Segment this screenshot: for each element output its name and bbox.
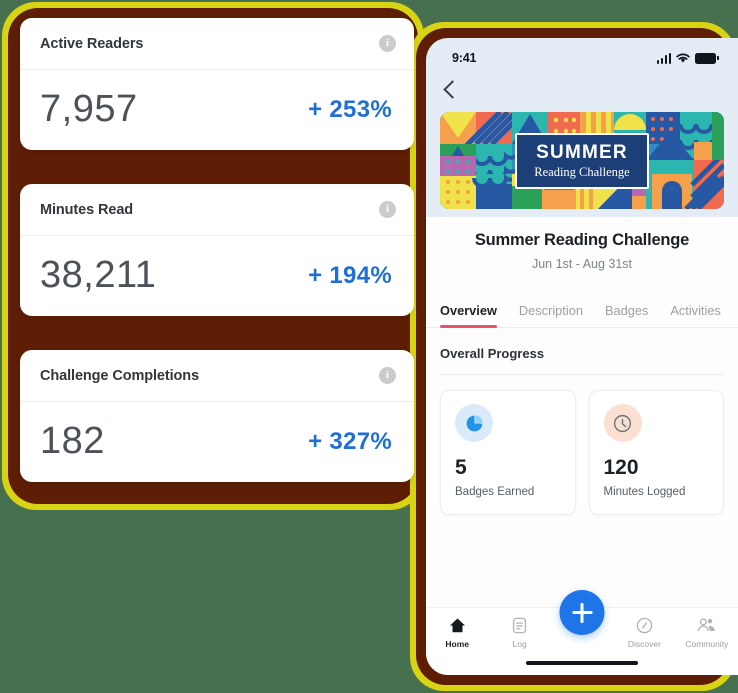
phone-mockup: 9:41 SUMMER Reading Challenge Summer Rea… (426, 38, 738, 675)
info-icon[interactable]: i (379, 35, 396, 52)
tab-overview[interactable]: Overview (440, 303, 497, 328)
stat-card-title: Minutes Read (40, 201, 134, 218)
progress-label: Minutes Logged (603, 486, 686, 498)
progress-card-badges[interactable]: 5 Badges Earned (440, 390, 576, 515)
progress-value: 5 (455, 456, 467, 479)
cellular-bars-icon (656, 52, 671, 64)
info-icon[interactable]: i (379, 201, 396, 218)
status-bar: 9:41 (426, 38, 738, 72)
stat-card-active-readers[interactable]: Active Readers i 7,957 + 253% (20, 18, 414, 150)
nav-label: Community (685, 639, 729, 649)
progress-grid: 5 Badges Earned 120 Minutes Logged (426, 375, 738, 515)
nav-item-log[interactable]: Log (488, 616, 550, 649)
screenshot-stage: Active Readers i 7,957 + 253% Minutes Re… (0, 0, 738, 693)
banner-line1: SUMMER (536, 141, 628, 163)
stat-card-body: 38,211 + 194% (20, 236, 414, 315)
banner-title-plate: SUMMER Reading Challenge (515, 132, 649, 189)
tab-bar: Overview Description Badges Activities (426, 271, 738, 328)
stat-value: 7,957 (40, 88, 138, 130)
bottom-nav-bar: Home Log Discover Community (426, 590, 738, 675)
stat-card-body: 7,957 + 253% (20, 70, 414, 149)
dashboard-panel: Active Readers i 7,957 + 253% Minutes Re… (20, 18, 414, 516)
banner-wrapper: SUMMER Reading Challenge (426, 106, 738, 209)
stat-card-challenge-completions[interactable]: Challenge Completions i 182 + 327% (20, 350, 414, 482)
clock-icon (603, 404, 642, 442)
status-indicators (656, 52, 719, 64)
nav-item-home[interactable]: Home (426, 616, 488, 649)
stat-value: 182 (40, 420, 105, 462)
battery-full-icon (695, 52, 719, 64)
log-icon (512, 617, 527, 634)
stat-value: 38,211 (40, 254, 157, 296)
tab-description[interactable]: Description (519, 303, 583, 327)
progress-label: Badges Earned (455, 486, 535, 498)
add-button[interactable] (559, 590, 605, 635)
chevron-left-icon[interactable] (443, 79, 462, 99)
nav-item-discover[interactable]: Discover (613, 616, 675, 649)
summer-reading-banner[interactable]: SUMMER Reading Challenge (440, 112, 724, 209)
stat-card-minutes-read[interactable]: Minutes Read i 38,211 + 194% (20, 184, 414, 316)
wifi-icon (676, 53, 690, 63)
people-icon (698, 618, 715, 632)
tab-activities[interactable]: Activities (670, 303, 721, 327)
stat-card-body: 182 + 327% (20, 402, 414, 481)
stat-delta: + 327% (308, 427, 392, 455)
nav-label: Home (445, 639, 470, 649)
overall-progress-heading: Overall Progress (440, 346, 545, 361)
compass-icon (636, 617, 653, 634)
page-title: Summer Reading Challenge (474, 231, 690, 249)
badge-droplet-icon (455, 404, 493, 442)
nav-label: Discover (627, 639, 661, 649)
home-indicator (526, 660, 638, 665)
nav-item-community[interactable]: Community (676, 616, 738, 649)
challenge-dates: Jun 1st - Aug 31st (531, 257, 633, 271)
plus-icon (572, 602, 592, 623)
stat-card-title: Challenge Completions (40, 367, 200, 384)
banner-line2: Reading Challenge (534, 164, 630, 179)
stat-card-title: Active Readers (40, 35, 144, 52)
nav-label: Log (512, 639, 527, 649)
info-icon[interactable]: i (379, 367, 396, 384)
tab-badges[interactable]: Badges (605, 303, 648, 327)
stat-card-header: Challenge Completions i (20, 350, 414, 402)
detail-sheet: Summer Reading Challenge Jun 1st - Aug 3… (426, 217, 738, 637)
stat-card-header: Active Readers i (20, 18, 414, 70)
status-clock: 9:41 (452, 51, 477, 65)
stat-card-header: Minutes Read i (20, 184, 414, 236)
stat-delta: + 253% (308, 95, 392, 123)
progress-card-minutes[interactable]: 120 Minutes Logged (588, 390, 724, 515)
home-icon (449, 618, 465, 633)
stat-delta: + 194% (308, 261, 392, 289)
nav-row (426, 72, 738, 106)
progress-value: 120 (603, 456, 639, 479)
